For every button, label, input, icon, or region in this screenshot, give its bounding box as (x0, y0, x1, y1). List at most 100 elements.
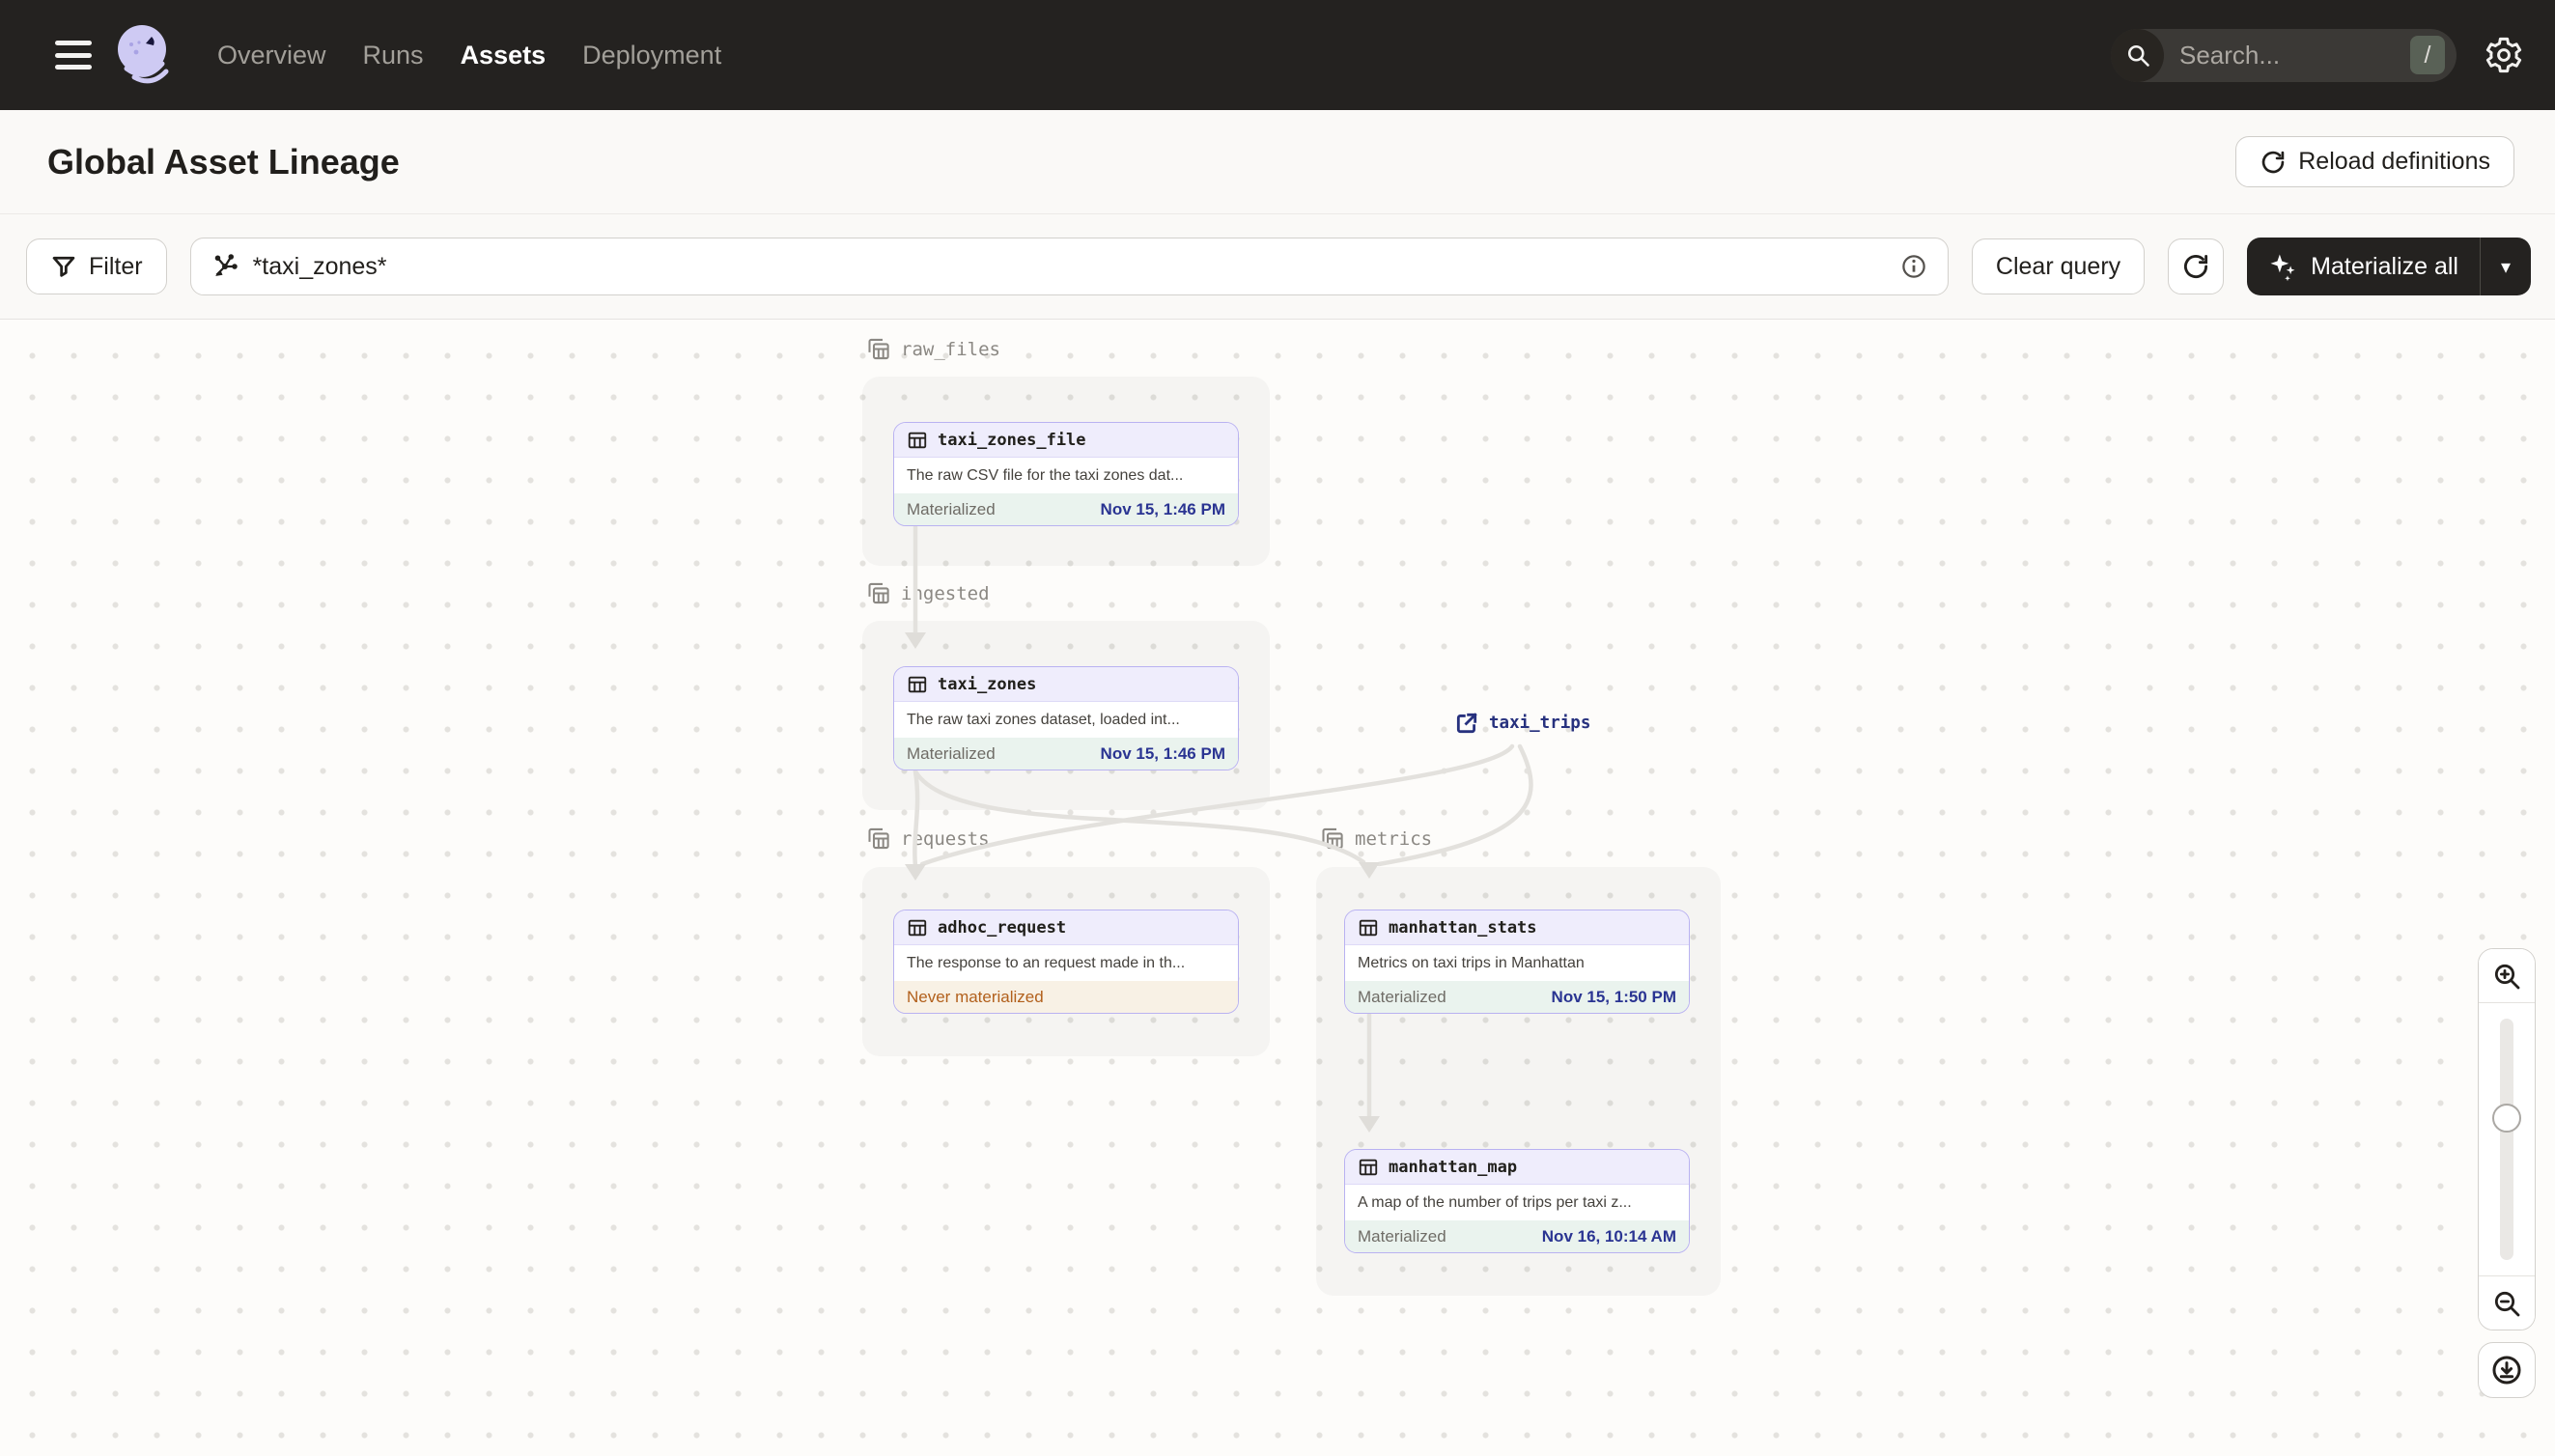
filter-button[interactable]: Filter (26, 238, 167, 294)
asset-node-taxi_zones_file[interactable]: taxi_zones_file The raw CSV file for the… (893, 422, 1239, 526)
lineage-edges (905, 524, 1533, 1133)
asset-description: A map of the number of trips per taxi z.… (1358, 1193, 1632, 1211)
asset-node-manhattan_stats[interactable]: manhattan_stats Metrics on taxi trips in… (1344, 910, 1690, 1014)
status-badge: Never materialized (907, 987, 1044, 1006)
download-image-button[interactable] (2478, 1342, 2536, 1398)
refresh-graph-button[interactable] (2168, 238, 2225, 294)
materialization-timestamp: Nov 15, 1:46 PM (1100, 743, 1225, 763)
zoom-slider-groove (2500, 1019, 2513, 1260)
asset-description: Metrics on taxi trips in Manhattan (1358, 954, 1585, 971)
materialization-timestamp: Nov 15, 1:50 PM (1551, 987, 1676, 1006)
clear-query-button[interactable]: Clear query (1971, 238, 2146, 294)
reload-definitions-label: Reload definitions (2298, 148, 2490, 175)
group-label-requests[interactable]: requests (865, 826, 990, 852)
lineage-canvas[interactable]: raw_files ingested requests metrics taxi… (0, 320, 2555, 1456)
refresh-icon (2262, 151, 2285, 173)
asset-description: The raw CSV file for the taxi zones dat.… (907, 466, 1184, 484)
status-badge: Materialized (1358, 987, 1446, 1006)
asset-description: The response to an request made in th... (907, 954, 1186, 971)
asset-node-taxi_zones[interactable]: taxi_zones The raw taxi zones dataset, l… (893, 666, 1239, 770)
zoom-control-panel (2478, 948, 2536, 1330)
external-link-icon (1456, 713, 1477, 734)
search-placeholder: Search... (2179, 40, 2281, 70)
sparkle-icon (2270, 254, 2295, 281)
asset-name: manhattan_map (1389, 1157, 1518, 1177)
zoom-slider-thumb[interactable] (2492, 1104, 2521, 1133)
group-name: requests (901, 827, 990, 850)
zoom-in-icon (2494, 964, 2520, 989)
zoom-slider-track (2479, 1003, 2535, 1275)
asset-status-bar: Materialized Nov 15, 1:46 PM (894, 493, 1238, 525)
asset-name: taxi_zones (938, 674, 1037, 694)
table-icon (908, 676, 927, 692)
download-icon (2492, 1356, 2521, 1385)
asset-description: The raw taxi zones dataset, loaded int..… (907, 711, 1180, 728)
group-name: metrics (1355, 827, 1433, 850)
search-input[interactable]: Search... / (2111, 28, 2457, 82)
asset-node-header: manhattan_map (1345, 1150, 1689, 1185)
page-title: Global Asset Lineage (47, 141, 400, 182)
external-asset-name: taxi_trips (1489, 714, 1591, 733)
chevron-down-icon[interactable]: ▾ (2481, 255, 2531, 279)
nav-tab-overview[interactable]: Overview (217, 41, 326, 70)
status-badge: Materialized (907, 743, 996, 763)
asset-name: manhattan_stats (1389, 917, 1537, 938)
asset-status-bar: Materialized Nov 16, 10:14 AM (1345, 1220, 1689, 1252)
table-icon (908, 919, 927, 936)
page-header: Global Asset Lineage Reload definitions (0, 110, 2555, 214)
global-asset-lineage-page: Overview Runs Assets Deployment Search..… (0, 0, 2555, 1456)
dagster-logo-icon (118, 25, 169, 84)
nav-tab-runs[interactable]: Runs (363, 41, 424, 70)
asset-graph-icon (214, 254, 238, 276)
asset-status-bar: Never materialized (894, 981, 1238, 1013)
asset-name: taxi_zones_file (938, 430, 1086, 450)
asset-status-bar: Materialized Nov 15, 1:50 PM (1345, 981, 1689, 1013)
group-table-icon (868, 827, 889, 850)
zoom-out-button[interactable] (2479, 1275, 2535, 1330)
external-asset-taxi_trips[interactable]: taxi_trips (1454, 711, 1590, 736)
group-name: ingested (901, 582, 990, 604)
materialization-timestamp: Nov 16, 10:14 AM (1541, 1226, 1676, 1246)
asset-node-header: taxi_zones_file (894, 423, 1238, 458)
reload-definitions-button[interactable]: Reload definitions (2235, 136, 2514, 187)
refresh-icon (2184, 254, 2208, 279)
group-table-icon (1322, 827, 1343, 850)
asset-node-header: adhoc_request (894, 910, 1238, 945)
group-name: raw_files (901, 338, 1000, 360)
funnel-icon (52, 256, 75, 277)
hamburger-menu-icon[interactable] (55, 41, 92, 70)
group-table-icon (868, 582, 889, 604)
zoom-out-icon (2494, 1291, 2520, 1316)
asset-node-adhoc_request[interactable]: adhoc_request The response to an request… (893, 910, 1239, 1014)
lineage-toolbar: Filter Clear query (0, 214, 2555, 320)
group-label-metrics[interactable]: metrics (1319, 826, 1432, 852)
zoom-in-button[interactable] (2479, 949, 2535, 1003)
table-icon (1359, 1159, 1378, 1175)
asset-name: adhoc_request (938, 917, 1067, 938)
asset-node-header: manhattan_stats (1345, 910, 1689, 945)
asset-node-header: taxi_zones (894, 667, 1238, 702)
slash-shortcut-badge: / (2410, 36, 2445, 74)
asset-node-manhattan_map[interactable]: manhattan_map A map of the number of tri… (1344, 1149, 1690, 1253)
info-icon[interactable] (1899, 252, 1928, 281)
materialization-timestamp: Nov 15, 1:46 PM (1100, 499, 1225, 518)
materialize-all-button[interactable]: Materialize all ▾ (2247, 238, 2531, 295)
nav-tabs: Overview Runs Assets Deployment (217, 41, 721, 70)
search-icon (2111, 28, 2164, 82)
nav-tab-assets[interactable]: Assets (461, 41, 547, 70)
group-label-ingested[interactable]: ingested (865, 580, 990, 606)
clear-query-label: Clear query (1995, 252, 2121, 280)
table-icon (908, 432, 927, 448)
filter-button-label: Filter (89, 252, 143, 280)
status-badge: Materialized (907, 499, 996, 518)
table-icon (1359, 919, 1378, 936)
asset-status-bar: Materialized Nov 15, 1:46 PM (894, 738, 1238, 770)
nav-tab-deployment[interactable]: Deployment (582, 41, 721, 70)
asset-selection-input[interactable] (252, 252, 1886, 281)
group-label-raw_files[interactable]: raw_files (865, 336, 1000, 362)
materialize-all-label: Materialize all (2311, 252, 2458, 280)
top-nav-bar: Overview Runs Assets Deployment Search..… (0, 0, 2555, 110)
status-badge: Materialized (1358, 1226, 1446, 1246)
group-table-icon (868, 338, 889, 360)
gear-icon[interactable] (2484, 35, 2524, 75)
